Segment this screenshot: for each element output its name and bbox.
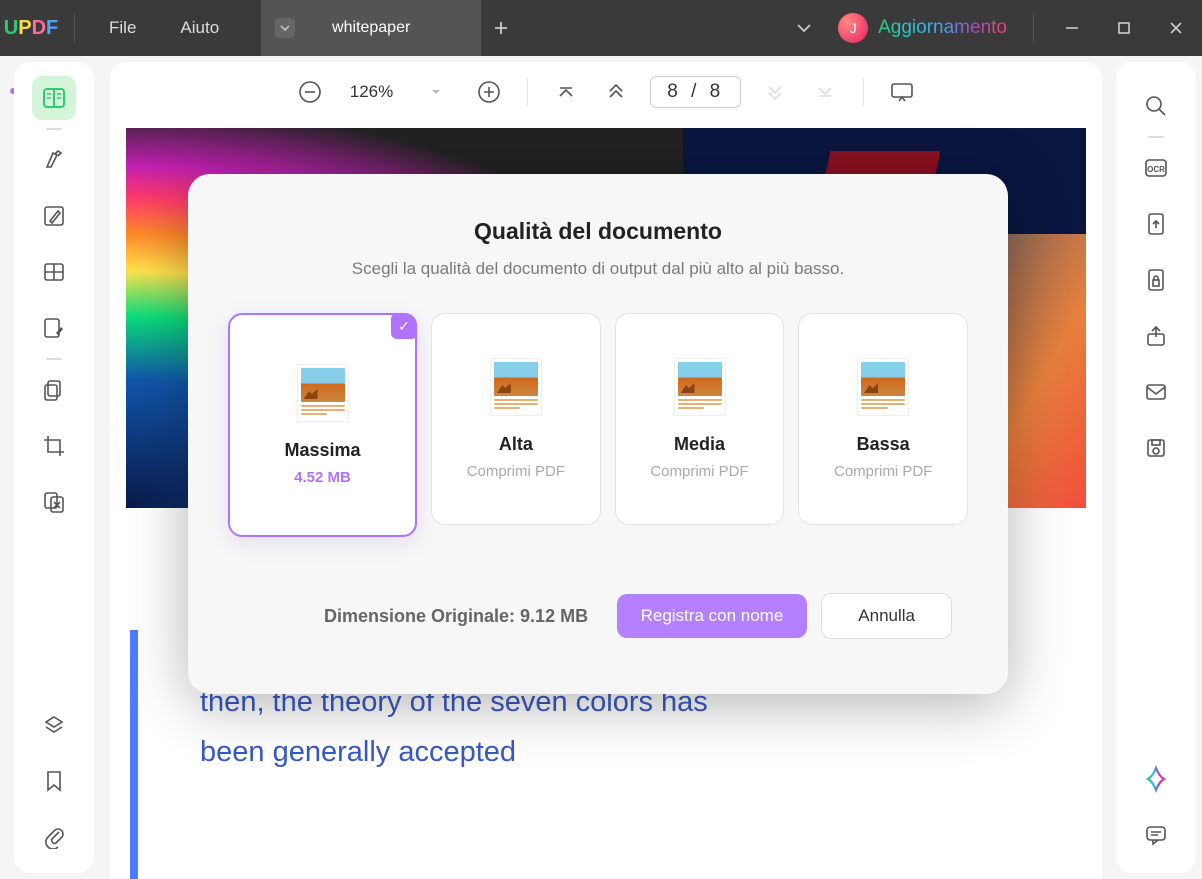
thumbnail-icon — [490, 358, 542, 416]
modal-subtitle: Scegli la qualità del documento di outpu… — [228, 259, 968, 279]
thumbnail-icon — [674, 358, 726, 416]
window-maximize-button[interactable] — [1106, 21, 1142, 35]
separator — [527, 78, 528, 106]
card-sub: Comprimi PDF — [467, 463, 565, 480]
next-page-button — [759, 76, 791, 108]
reader-mode-icon[interactable] — [32, 76, 76, 120]
last-page-button — [809, 76, 841, 108]
prev-page-button[interactable] — [600, 76, 632, 108]
layers-icon[interactable] — [32, 703, 76, 747]
highlight-tool-icon[interactable] — [32, 138, 76, 182]
new-tab-button[interactable] — [481, 20, 521, 36]
presentation-mode-button[interactable] — [886, 76, 918, 108]
crop-tool-icon[interactable] — [32, 424, 76, 468]
card-sub: 4.52 MB — [294, 469, 351, 486]
svg-text:OCR: OCR — [1147, 165, 1165, 174]
menu-help[interactable]: Aiuto — [158, 18, 241, 38]
tabs-dropdown-button[interactable] — [770, 23, 838, 33]
app-logo: UPDF — [0, 17, 62, 40]
card-label: Massima — [284, 440, 360, 461]
attachment-icon[interactable] — [32, 815, 76, 859]
card-label: Bassa — [857, 434, 910, 455]
copy-pages-icon[interactable] — [32, 368, 76, 412]
divider — [1033, 14, 1034, 42]
page-organize-icon[interactable] — [32, 250, 76, 294]
zoom-out-button[interactable] — [294, 76, 326, 108]
ai-sparkle-icon[interactable] — [1134, 757, 1178, 801]
separator — [1148, 136, 1164, 138]
share-icon[interactable] — [1134, 314, 1178, 358]
tab-options-icon[interactable] — [275, 18, 295, 38]
update-label[interactable]: Aggiornamento — [878, 17, 1007, 39]
card-label: Media — [674, 434, 725, 455]
window-minimize-button[interactable] — [1054, 20, 1090, 36]
modal-title: Qualità del documento — [228, 218, 968, 245]
convert-icon[interactable] — [1134, 202, 1178, 246]
compare-pages-icon[interactable] — [32, 480, 76, 524]
separator — [46, 128, 62, 130]
ocr-icon[interactable]: OCR — [1134, 146, 1178, 190]
quality-option-alta[interactable]: Alta Comprimi PDF — [431, 313, 601, 525]
cancel-button[interactable]: Annulla — [821, 593, 952, 639]
quality-modal: Qualità del documento Scegli la qualità … — [188, 174, 1008, 694]
workspace: 126% 8 / 8 same experimental results as … — [0, 56, 1202, 879]
separator — [46, 358, 62, 360]
card-sub: Comprimi PDF — [650, 463, 748, 480]
quality-option-massima[interactable]: ✓ Massima 4.52 MB — [228, 313, 417, 537]
card-label: Alta — [499, 434, 533, 455]
bookmark-icon[interactable] — [32, 759, 76, 803]
thumbnail-icon — [857, 358, 909, 416]
edit-text-tool-icon[interactable] — [32, 194, 76, 238]
tab-whitepaper[interactable]: whitepaper — [261, 0, 481, 56]
zoom-in-button[interactable] — [473, 76, 505, 108]
menu-file[interactable]: File — [87, 18, 158, 38]
first-page-button[interactable] — [550, 76, 582, 108]
user-avatar[interactable]: J — [838, 13, 868, 43]
zoom-level-text[interactable]: 126% — [344, 82, 399, 102]
tab-label: whitepaper — [332, 19, 410, 37]
quality-option-bassa[interactable]: Bassa Comprimi PDF — [798, 313, 968, 525]
save-as-button[interactable]: Registra con nome — [617, 594, 808, 638]
save-icon[interactable] — [1134, 426, 1178, 470]
thumbnail-icon — [297, 364, 349, 422]
right-sidebar: OCR — [1116, 62, 1196, 873]
check-badge-icon: ✓ — [391, 313, 417, 339]
protect-icon[interactable] — [1134, 258, 1178, 302]
email-icon[interactable] — [1134, 370, 1178, 414]
left-sidebar — [14, 62, 94, 873]
comment-icon[interactable] — [1134, 813, 1178, 857]
page-number-input[interactable]: 8 / 8 — [650, 76, 741, 108]
fill-sign-tool-icon[interactable] — [32, 306, 76, 350]
search-icon[interactable] — [1134, 84, 1178, 128]
zoom-dropdown-icon[interactable] — [417, 88, 455, 96]
quality-option-media[interactable]: Media Comprimi PDF — [615, 313, 785, 525]
window-close-button[interactable] — [1158, 21, 1194, 35]
titlebar: UPDF File Aiuto whitepaper J Aggiornamen… — [0, 0, 1202, 56]
card-sub: Comprimi PDF — [834, 463, 932, 480]
top-toolbar: 126% 8 / 8 — [110, 62, 1102, 122]
separator — [863, 78, 864, 106]
divider — [74, 14, 75, 42]
original-size-label: Dimensione Originale: 9.12 MB — [324, 606, 617, 627]
